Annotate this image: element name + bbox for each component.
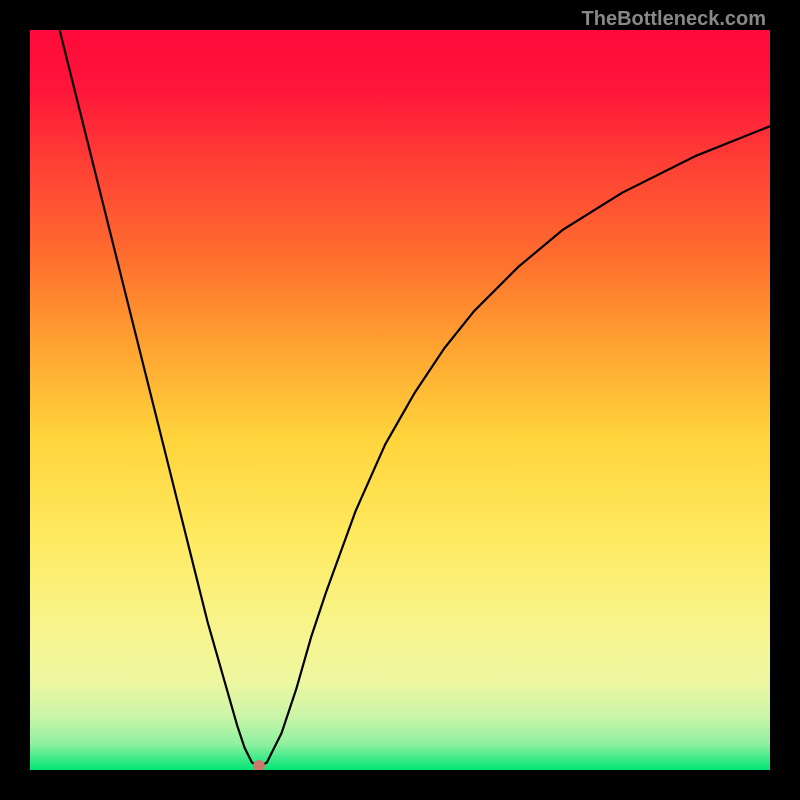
bottleneck-curve — [30, 30, 770, 770]
watermark-text: TheBottleneck.com — [582, 8, 766, 31]
tip-dot — [253, 760, 265, 770]
plot-area — [30, 30, 770, 770]
chart-container: TheBottleneck.com — [0, 0, 800, 800]
